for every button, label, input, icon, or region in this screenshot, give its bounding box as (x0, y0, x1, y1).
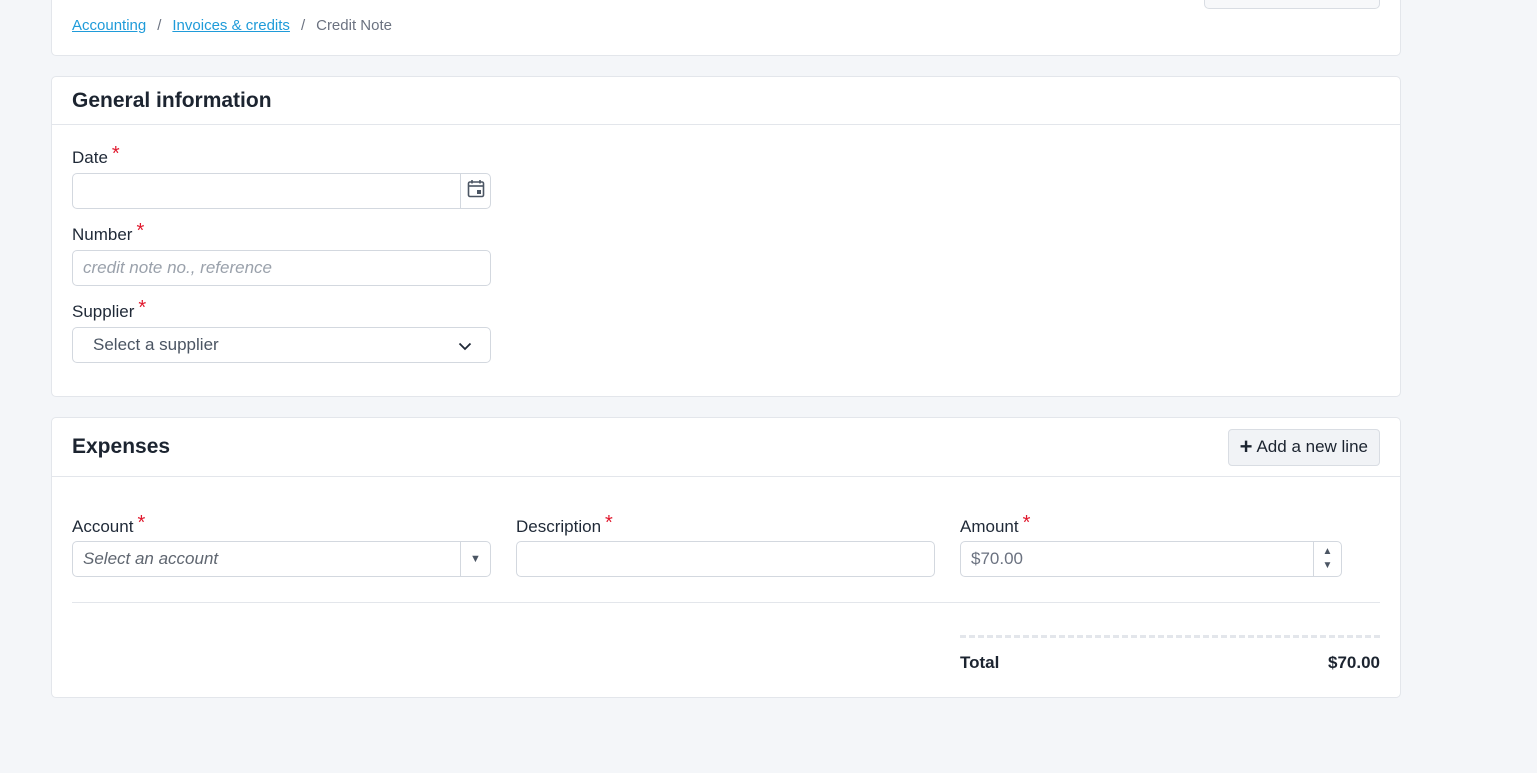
number-placeholder: credit note no., reference (83, 258, 273, 277)
date-label: Date * (72, 143, 120, 169)
amount-value: $70.00 (971, 549, 1023, 568)
amount-input[interactable]: $70.00 ▲ ▼ (960, 541, 1342, 577)
description-label-text: Description (516, 517, 602, 536)
date-input[interactable] (72, 173, 491, 209)
header-action-button[interactable] (1204, 0, 1380, 9)
total-value: $70.00 (1328, 653, 1380, 672)
number-input[interactable]: credit note no., reference (72, 250, 491, 286)
calendar-button[interactable] (460, 174, 490, 208)
required-marker: * (136, 220, 145, 242)
total-label: Total (960, 653, 1000, 672)
number-label-text: Number (72, 225, 133, 244)
account-dropdown-button[interactable]: ▼ (460, 542, 490, 576)
required-marker: * (1022, 512, 1031, 534)
required-marker: * (137, 512, 146, 534)
description-input[interactable] (516, 541, 935, 577)
date-label-text: Date (72, 148, 108, 167)
supplier-label-text: Supplier (72, 302, 135, 321)
calendar-icon (467, 179, 485, 203)
required-marker: * (111, 143, 120, 165)
general-information-card: General information Date * Number * credit… (51, 76, 1401, 397)
add-new-line-label: Add a new line (1256, 437, 1368, 456)
supplier-selected-value: Select a supplier (93, 335, 219, 354)
plus-icon: + (1239, 434, 1253, 459)
amount-label-text: Amount (960, 517, 1019, 536)
general-information-header: General information (52, 77, 1400, 125)
caret-down-icon: ▼ (470, 553, 481, 565)
amount-label: Amount * (960, 512, 1031, 538)
required-marker: * (605, 512, 613, 534)
account-label-text: Account (72, 517, 134, 536)
breadcrumb-current: Credit Note (316, 17, 392, 34)
stepper-up-icon[interactable]: ▲ (1323, 545, 1333, 559)
account-label: Account * (72, 512, 146, 538)
breadcrumb-separator: / (300, 17, 306, 34)
required-marker: * (138, 297, 147, 319)
expenses-title: Expenses (72, 435, 171, 458)
amount-stepper[interactable]: ▲ ▼ (1313, 542, 1341, 576)
general-information-title: General information (72, 88, 272, 112)
expenses-divider (72, 602, 1380, 603)
supplier-label: Supplier * (72, 297, 147, 323)
breadcrumb-link-accounting[interactable]: Accounting (72, 17, 146, 34)
add-new-line-button[interactable]: + Add a new line (1227, 428, 1380, 466)
expenses-card: Expenses + Add a new line Account * Selec… (51, 417, 1401, 698)
total-dashed-divider (960, 635, 1380, 638)
number-label: Number * (72, 220, 145, 246)
breadcrumb-separator: / (157, 17, 162, 34)
breadcrumb-link-invoices-credits[interactable]: Invoices & credits (172, 17, 290, 34)
supplier-select[interactable]: Select a supplier (72, 327, 491, 363)
expenses-header: Expenses + Add a new line (52, 418, 1400, 477)
breadcrumb-card: Accounting / Invoices & credits / Credit… (51, 0, 1401, 56)
breadcrumb: Accounting / Invoices & credits / Credit… (72, 17, 392, 34)
account-select[interactable]: Select an account ▼ (72, 541, 491, 577)
chevron-down-icon (458, 338, 472, 358)
stepper-down-icon[interactable]: ▼ (1323, 559, 1333, 573)
description-label: Description * (516, 512, 613, 538)
account-placeholder: Select an account (83, 549, 219, 568)
